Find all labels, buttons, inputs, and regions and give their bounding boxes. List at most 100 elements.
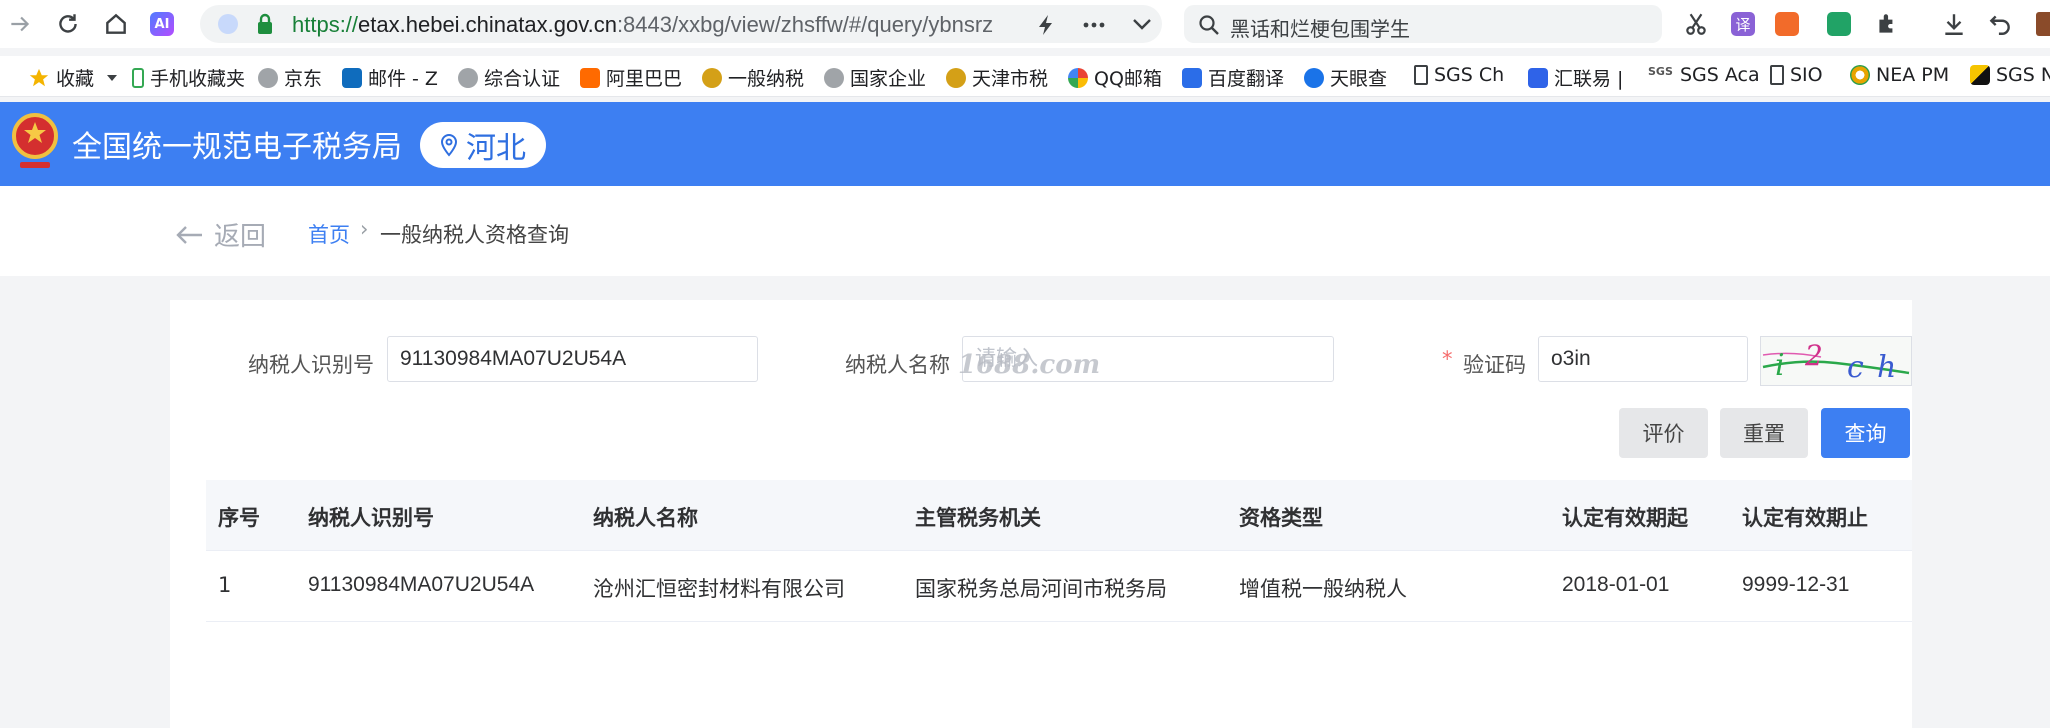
table-header: 序号 纳税人识别号 纳税人名称 主管税务机关 资格类型 认定有效期起 认定有效期…	[206, 480, 1912, 550]
bookmark-tianyancha[interactable]: 天眼查	[1304, 64, 1387, 91]
undo-icon[interactable]	[1986, 10, 2014, 38]
bookmark-enterprise[interactable]: 国家企业	[824, 64, 926, 91]
column-header-valid-from: 认定有效期起	[1562, 506, 1688, 530]
search-icon	[1199, 15, 1219, 35]
bookmark-label: 综合认证	[484, 68, 561, 90]
region-name: 河北	[466, 131, 526, 166]
bookmark-huilianyi[interactable]: 汇联易 |	[1528, 64, 1623, 91]
bookmark-general-taxpayer[interactable]: 一般纳税	[702, 64, 804, 91]
cell-index: 1	[218, 573, 232, 597]
ai-assistant-icon[interactable]: AI	[148, 10, 176, 38]
outlook-icon	[342, 67, 362, 88]
table-row: 1 91130984MA07U2U54A 沧州汇恒密封材料有限公司 国家税务总局…	[206, 550, 1912, 622]
taxpayer-id-label: 纳税人识别号	[248, 353, 374, 377]
back-label: 返回	[214, 222, 267, 252]
bookmark-label: SIO	[1790, 64, 1823, 86]
location-pin-icon	[440, 133, 458, 157]
reload-icon[interactable]	[54, 10, 82, 38]
bookmark-label: 邮件 - Z	[368, 68, 438, 90]
bookmark-mobile[interactable]: 手机收藏夹	[132, 64, 245, 91]
captcha-input[interactable]: o3in	[1538, 336, 1748, 382]
bookmark-label: 汇联易 |	[1554, 68, 1624, 90]
reader-extension-icon[interactable]	[1827, 12, 1851, 36]
captcha-graphic: i 2 c h	[1762, 339, 1910, 385]
bookmarks-bar: 收藏 手机收藏夹 京东 邮件 - Z 综合认证 阿里巴巴 一般纳税 国家企业 天…	[0, 56, 2050, 97]
bookmark-label: 阿里巴巴	[606, 68, 683, 90]
profile-icon[interactable]	[2036, 12, 2050, 36]
column-header-tax-authority: 主管税务机关	[915, 506, 1041, 530]
svg-text:c: c	[1847, 350, 1864, 385]
globe-icon	[458, 67, 478, 88]
star-icon	[29, 68, 49, 86]
emblem-icon	[946, 67, 966, 88]
lightning-icon[interactable]	[1036, 14, 1056, 36]
bookmark-favorites[interactable]: 收藏	[28, 64, 118, 91]
caret-down-icon[interactable]	[106, 73, 118, 83]
back-button[interactable]: 返回	[174, 216, 266, 253]
bookmark-label: 国家企业	[850, 68, 927, 90]
alibaba-icon	[580, 67, 600, 88]
bookmark-label: SGS Aca	[1680, 64, 1760, 86]
bookmark-tianjin-tax[interactable]: 天津市税	[946, 64, 1048, 91]
search-text: 黑话和烂梗包围学生	[1230, 17, 1410, 41]
breadcrumb-home-link[interactable]: 首页	[308, 219, 350, 249]
query-button[interactable]: 查询	[1821, 408, 1910, 458]
column-header-taxpayer-id: 纳税人识别号	[308, 506, 434, 530]
site-header: 全国统一规范电子税务局 河北	[0, 102, 2050, 186]
bookmark-sgs-n[interactable]: SGS N	[1970, 64, 2050, 86]
bookmark-label: 天津市税	[972, 68, 1049, 90]
page-icon	[1770, 65, 1784, 85]
home-icon[interactable]	[102, 10, 130, 38]
bookmark-sio[interactable]: SIO	[1770, 64, 1823, 86]
region-selector[interactable]: 河北	[420, 122, 546, 168]
evaluate-button[interactable]: 评价	[1619, 408, 1708, 458]
cell-tax-authority: 国家税务总局河间市税务局	[915, 577, 1167, 601]
bookmark-baidu-translate[interactable]: 百度翻译	[1182, 64, 1284, 91]
globe-icon	[824, 67, 844, 88]
bookmark-sgs-academy[interactable]: SGS SGS Aca	[1648, 64, 1760, 86]
svg-text:2: 2	[1804, 339, 1823, 372]
captcha-label: 验证码	[1463, 353, 1526, 377]
reset-button[interactable]: 重置	[1720, 408, 1808, 458]
bookmark-label: SGS Ch	[1434, 64, 1505, 86]
phone-icon	[132, 67, 144, 88]
tianyancha-icon	[1304, 67, 1324, 88]
scissors-icon[interactable]	[1682, 10, 1710, 38]
bookmark-qqmail[interactable]: QQ邮箱	[1068, 64, 1162, 91]
sgs-flag-icon	[1970, 65, 1990, 85]
qqmail-icon	[1068, 67, 1088, 88]
url-path: :8443/xxbg/view/zhsffw/#/query/ybnsrz	[616, 12, 994, 37]
taxpayer-name-label: 纳税人名称	[845, 353, 950, 377]
bookmark-mail[interactable]: 邮件 - Z	[342, 64, 438, 91]
extensions-icon[interactable]	[1873, 10, 1901, 38]
bookmark-label: 一般纳税	[728, 68, 805, 90]
site-info-icon[interactable]	[218, 14, 238, 34]
bookmark-sgs-ch[interactable]: SGS Ch	[1414, 64, 1504, 86]
column-header-taxpayer-name: 纳税人名称	[593, 506, 698, 530]
bookmark-label: QQ邮箱	[1094, 68, 1162, 90]
taxpayer-id-input[interactable]: 91130984MA07U2U54A	[387, 336, 758, 382]
address-bar[interactable]: https://etax.hebei.chinatax.gov.cn:8443/…	[200, 5, 1162, 43]
bookmark-label: 手机收藏夹	[150, 68, 246, 90]
site-title: 全国统一规范电子税务局	[72, 130, 402, 165]
bookmark-label: NEA PM	[1876, 64, 1950, 86]
chevron-down-icon[interactable]	[1132, 17, 1152, 31]
globe-icon	[258, 67, 278, 88]
download-icon[interactable]	[1940, 10, 1968, 38]
forward-icon[interactable]	[6, 10, 34, 38]
more-icon[interactable]	[1082, 21, 1106, 29]
cell-taxpayer-name: 沧州汇恒密封材料有限公司	[593, 577, 845, 601]
svg-text:i: i	[1775, 348, 1785, 383]
bookmark-alibaba[interactable]: 阿里巴巴	[580, 64, 682, 91]
required-mark: *	[1442, 347, 1453, 371]
bookmark-jd[interactable]: 京东	[258, 64, 322, 91]
watermark: 1688.com	[958, 350, 1101, 380]
bookmark-auth[interactable]: 综合认证	[458, 64, 560, 91]
search-box[interactable]: 黑话和烂梗包围学生	[1184, 5, 1662, 43]
svg-text:h: h	[1877, 350, 1896, 385]
bookmark-nea-pm[interactable]: NEA PM	[1850, 64, 1949, 86]
lock-icon	[258, 13, 272, 34]
game-extension-icon[interactable]	[1775, 12, 1799, 36]
captcha-image[interactable]: i 2 c h	[1760, 336, 1912, 386]
translate-extension-icon[interactable]: 译	[1731, 12, 1755, 36]
